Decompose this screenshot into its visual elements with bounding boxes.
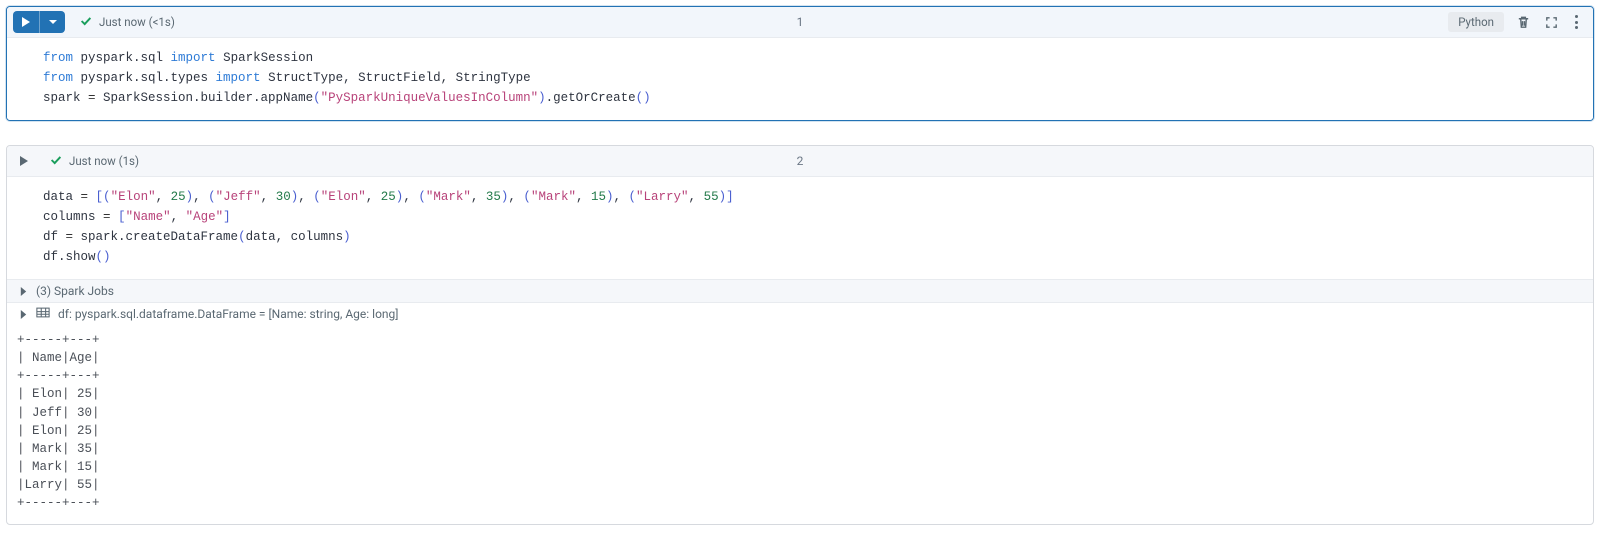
success-check-icon (79, 14, 93, 31)
cell-status: Just now (1s) (49, 153, 139, 170)
cell-header: Just now (1s) 2 (7, 146, 1593, 177)
caret-right-icon (19, 287, 28, 296)
play-icon (19, 156, 29, 166)
cell-2: Just now (1s) 2 data = [("Elon", 25), ("… (6, 145, 1594, 525)
table-icon (36, 307, 50, 321)
trash-icon (1516, 15, 1531, 30)
cell-number: 1 (797, 15, 804, 29)
text-output: +-----+---+ | Name|Age| +-----+---+ | El… (7, 325, 1593, 524)
dataframe-schema-label: df: pyspark.sql.dataframe.DataFrame = [N… (58, 307, 398, 321)
cell-status: Just now (<1s) (79, 14, 175, 31)
run-menu-button[interactable] (39, 11, 65, 33)
more-menu-button[interactable] (1570, 13, 1583, 31)
status-text: Just now (<1s) (99, 15, 175, 29)
code-editor[interactable]: data = [("Elon", 25), ("Jeff", 30), ("El… (7, 177, 1593, 279)
cell-number: 2 (797, 154, 804, 168)
delete-button[interactable] (1514, 13, 1532, 31)
language-badge[interactable]: Python (1448, 12, 1504, 32)
success-check-icon (49, 153, 63, 170)
play-icon (21, 17, 31, 27)
expand-icon (1544, 15, 1559, 30)
spark-jobs-row[interactable]: (3) Spark Jobs (7, 280, 1593, 303)
run-button[interactable] (13, 11, 39, 33)
chevron-down-icon (48, 17, 58, 27)
run-button-group (13, 11, 65, 33)
kebab-dot (1575, 26, 1578, 29)
spark-jobs-label: (3) Spark Jobs (36, 284, 114, 298)
cell-header: Just now (<1s) 1 Python (7, 7, 1593, 38)
dataframe-schema-row[interactable]: df: pyspark.sql.dataframe.DataFrame = [N… (7, 303, 1593, 325)
output-section: (3) Spark Jobs df: pyspark.sql.dataframe… (7, 279, 1593, 524)
kebab-dot (1575, 15, 1578, 18)
caret-right-icon (19, 310, 28, 319)
expand-button[interactable] (1542, 13, 1560, 31)
run-button[interactable] (13, 150, 35, 172)
code-editor[interactable]: from pyspark.sql import SparkSession fro… (7, 38, 1593, 120)
status-text: Just now (1s) (69, 154, 139, 168)
cell-header-right: Python (1448, 12, 1583, 32)
cell-1: Just now (<1s) 1 Python from pyspark.sql… (6, 6, 1594, 121)
kebab-dot (1575, 21, 1578, 24)
